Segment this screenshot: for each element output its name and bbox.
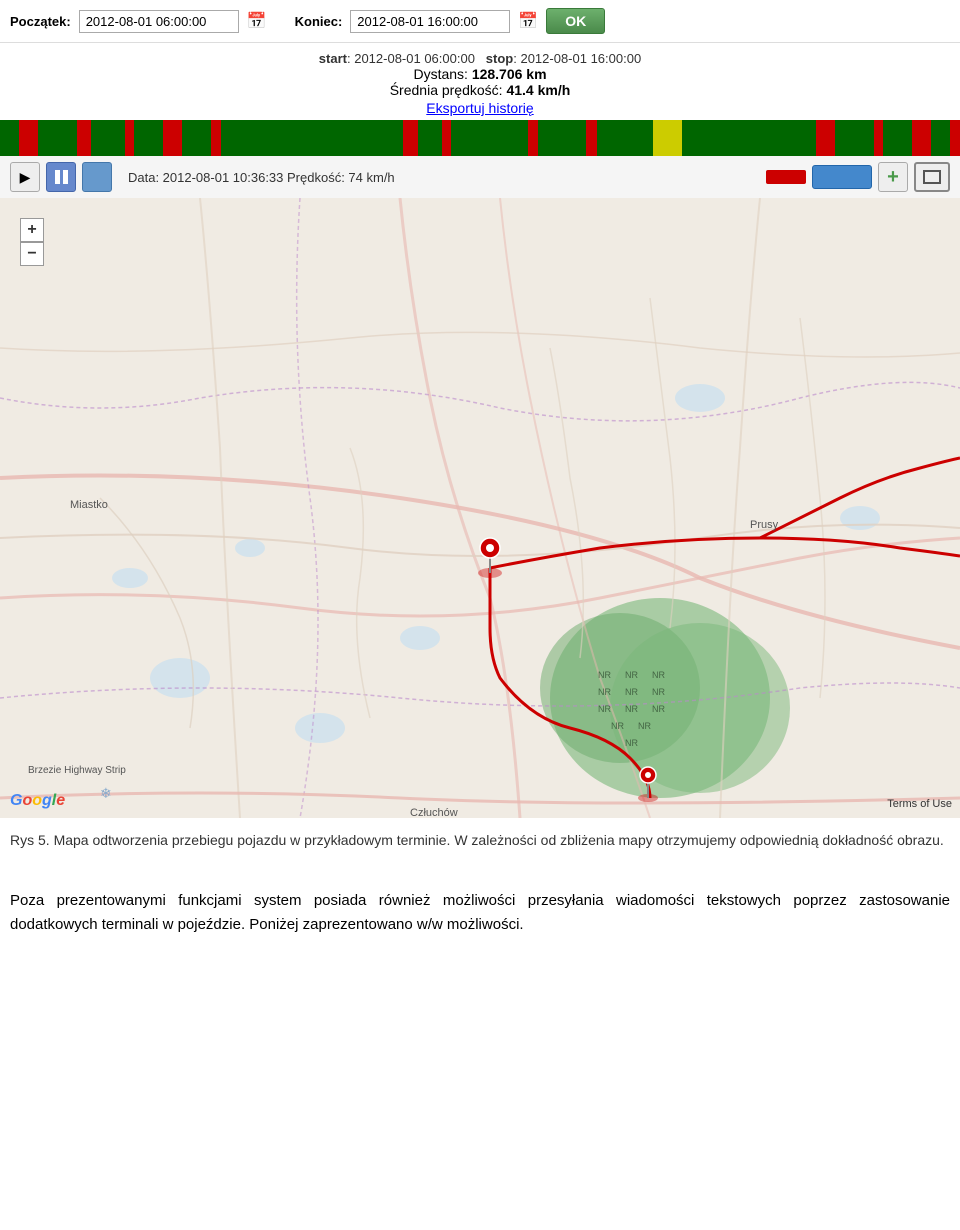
info-line2: Dystans: 128.706 km (0, 66, 960, 82)
google-logo: Google (10, 792, 65, 810)
map-zoom-in-button[interactable]: + (20, 218, 44, 242)
speed-indicator (766, 170, 806, 184)
export-historia-link[interactable]: Eksportuj historię (426, 100, 533, 116)
svg-text:Brzezie Highway Strip: Brzezie Highway Strip (28, 765, 126, 776)
color-selector-blue[interactable] (812, 165, 872, 189)
svg-text:Prusy: Prusy (750, 519, 779, 531)
stop-button[interactable] (82, 162, 112, 192)
map-zoom-out-button[interactable]: − (20, 242, 44, 266)
export-link[interactable]: Eksportuj historię (0, 98, 960, 116)
pause-button[interactable] (46, 162, 76, 192)
svg-text:Człuchów: Człuchów (410, 807, 458, 818)
stop-value-info: 2012-08-01 16:00:00 (520, 51, 641, 66)
avg-speed-value: 41.4 km/h (506, 82, 570, 98)
info-line1: start: 2012-08-01 06:00:00 stop: 2012-08… (0, 51, 960, 66)
terms-of-use-link[interactable]: Terms of Use (887, 798, 952, 810)
start-label: Początek: (10, 14, 71, 29)
svg-text:NR: NR (598, 670, 611, 680)
playback-bar: ▶ Data: 2012-08-01 10:36:33 Prędkość: 74… (0, 156, 960, 198)
svg-text:NR: NR (625, 704, 638, 714)
start-label-info: start (319, 51, 347, 66)
play-button[interactable]: ▶ (10, 162, 40, 192)
info-section: start: 2012-08-01 06:00:00 stop: 2012-08… (0, 43, 960, 120)
fullscreen-button[interactable] (914, 162, 950, 192)
svg-text:Miastko: Miastko (70, 499, 108, 511)
map-container[interactable]: Miastko Brzezie Highway Strip Czarne Czł… (0, 198, 960, 818)
end-calendar-icon[interactable]: 📅 (518, 11, 538, 31)
bottom-section: Poza prezentowanymi funkcjami system pos… (0, 859, 960, 957)
svg-text:NR: NR (652, 687, 665, 697)
svg-text:❄: ❄ (100, 785, 112, 801)
distance-value: 128.706 km (472, 66, 547, 82)
start-calendar-icon[interactable]: 📅 (247, 11, 267, 31)
end-input[interactable] (350, 10, 510, 33)
svg-text:NR: NR (598, 687, 611, 697)
ok-button[interactable]: OK (546, 8, 605, 34)
svg-text:NR: NR (638, 721, 651, 731)
svg-text:NR: NR (625, 738, 638, 748)
stop-label-info: stop (486, 51, 513, 66)
svg-text:NR: NR (625, 687, 638, 697)
avg-speed-label: Średnia prędkość: (390, 82, 507, 98)
distance-label: Dystans: (413, 66, 471, 82)
top-bar: Początek: 📅 Koniec: 📅 OK (0, 0, 960, 43)
start-input[interactable] (79, 10, 239, 33)
bottom-text: Poza prezentowanymi funkcjami system pos… (10, 889, 950, 937)
svg-text:NR: NR (611, 721, 624, 731)
svg-text:NR: NR (652, 704, 665, 714)
map-svg: Miastko Brzezie Highway Strip Czarne Czł… (0, 198, 960, 818)
zoom-plus-playback-button[interactable]: + (878, 162, 908, 192)
svg-text:NR: NR (625, 670, 638, 680)
end-label: Koniec: (295, 14, 343, 29)
start-value-info: 2012-08-01 06:00:00 (354, 51, 475, 66)
info-line3: Średnia prędkość: 41.4 km/h (0, 82, 960, 98)
timeline-bar[interactable] (0, 120, 960, 156)
map-zoom-controls: + − (20, 218, 44, 266)
caption-text: Rys 5. Mapa odtworzenia przebiegu pojazd… (10, 830, 950, 851)
svg-text:NR: NR (652, 670, 665, 680)
svg-text:NR: NR (598, 704, 611, 714)
playback-data-display: Data: 2012-08-01 10:36:33 Prędkość: 74 k… (118, 170, 760, 185)
caption-section: Rys 5. Mapa odtworzenia przebiegu pojazd… (0, 818, 960, 859)
